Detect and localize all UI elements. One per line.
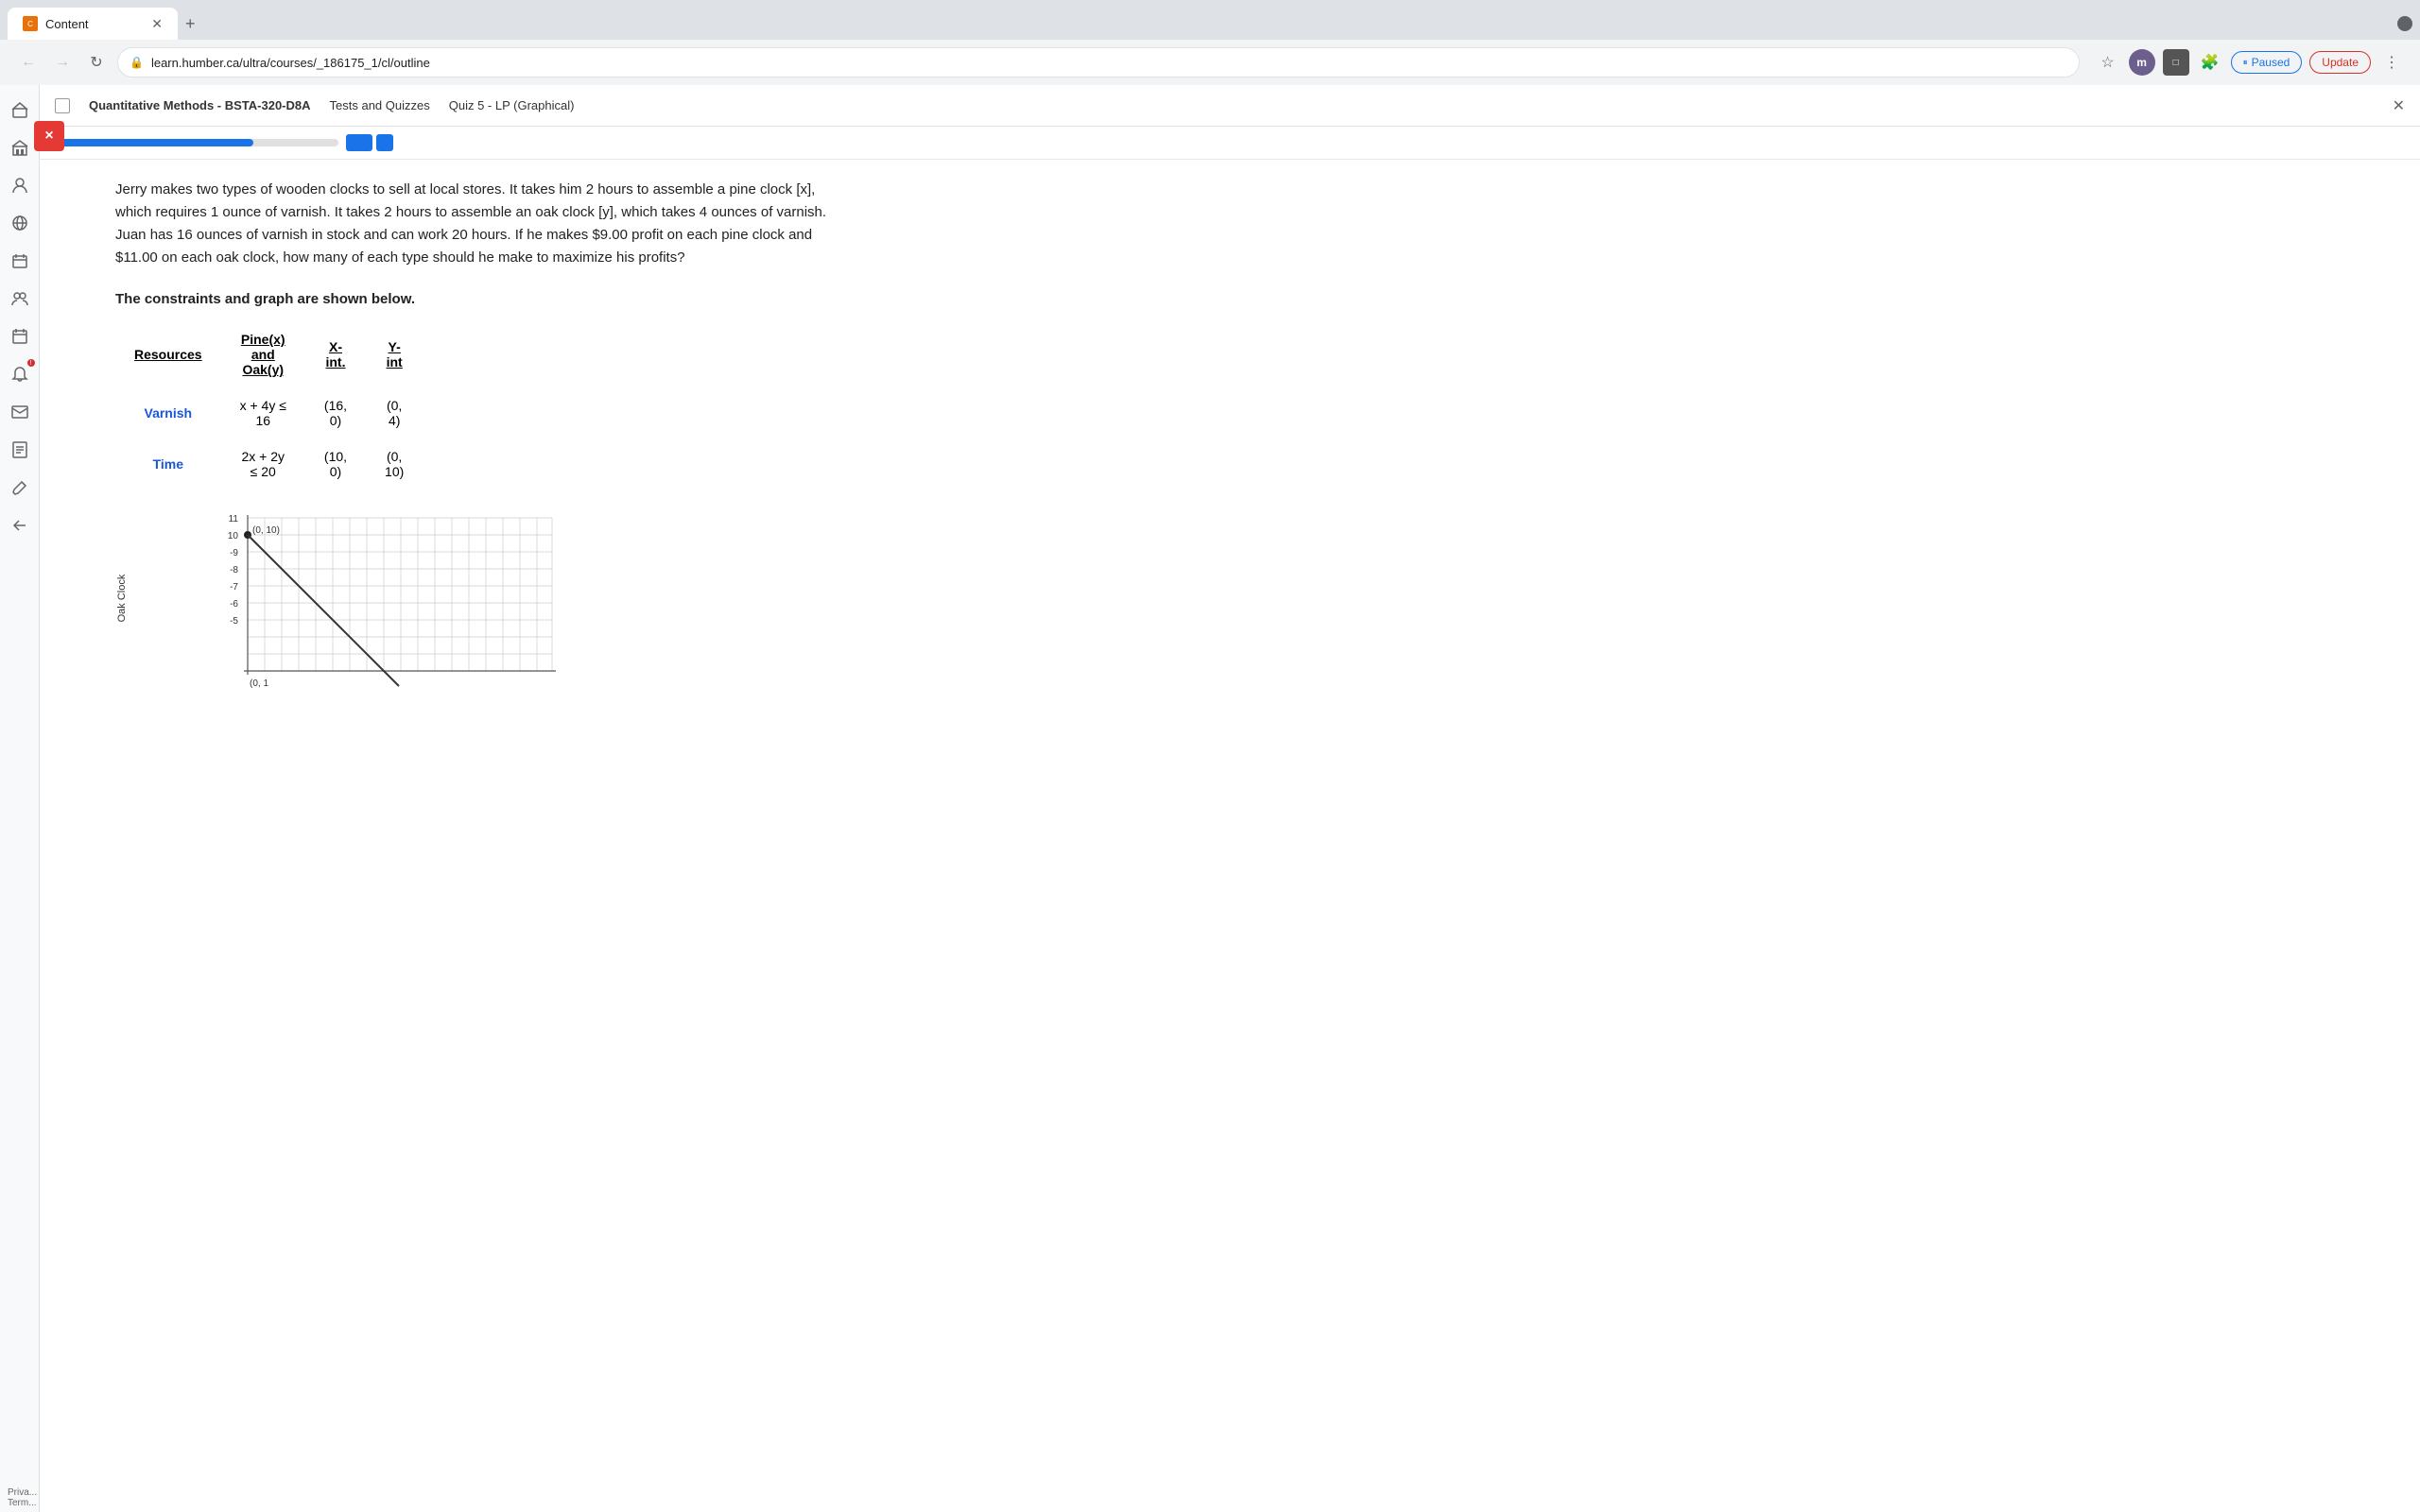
moodle-extension-icon[interactable]: m xyxy=(2129,49,2155,76)
browser-menu-button[interactable]: ⋮ xyxy=(2378,49,2405,76)
tab-favicon: C xyxy=(23,16,38,31)
sidebar-icon-back-arrow[interactable] xyxy=(3,508,37,542)
progress-action-1[interactable] xyxy=(346,134,372,151)
notification-badge: ! xyxy=(27,359,35,367)
paused-label: Paused xyxy=(2252,56,2290,69)
progress-area xyxy=(40,127,2420,160)
svg-text:C: C xyxy=(27,20,33,28)
reload-button[interactable]: ↻ xyxy=(83,49,110,76)
lms-container: ! Quantitative Methods - BSTA-320-D8A Te… xyxy=(0,85,2420,1512)
sidebar-icon-institution[interactable] xyxy=(3,130,37,164)
top-navigation: Quantitative Methods - BSTA-320-D8A Test… xyxy=(40,85,2420,127)
breadcrumb-course[interactable]: Quantitative Methods - BSTA-320-D8A xyxy=(89,94,311,116)
extensions-puzzle-icon[interactable]: 🧩 xyxy=(2197,49,2223,76)
sidebar-icon-grades[interactable] xyxy=(3,433,37,467)
progress-actions xyxy=(346,134,393,151)
forward-button[interactable]: → xyxy=(49,49,76,76)
col-header-formula: Pine(x)andOak(y) xyxy=(221,326,305,383)
paused-button[interactable]: ⏸ Paused xyxy=(2231,51,2303,74)
update-button[interactable]: Update xyxy=(2309,51,2371,74)
breadcrumb-section[interactable]: Tests and Quizzes xyxy=(330,94,430,116)
url-text: learn.humber.ca/ultra/courses/_186175_1/… xyxy=(151,56,2067,70)
breadcrumb-item[interactable]: Quiz 5 - LP (Graphical) xyxy=(449,94,575,116)
y-tick-11: 11 xyxy=(229,514,239,524)
sidebar-icon-messages[interactable] xyxy=(3,395,37,429)
varnish-yint: (0,4) xyxy=(366,383,423,434)
col-header-xint: X-int. xyxy=(305,326,366,383)
privacy-link[interactable]: Priva... xyxy=(8,1487,37,1498)
content-area: Jerry makes two types of wooden clocks t… xyxy=(40,160,2420,1512)
graph-bottom-label: (0, 1 xyxy=(250,679,268,689)
active-tab[interactable]: C Content ✕ xyxy=(8,8,178,40)
extension-icon-2[interactable]: □ xyxy=(2163,49,2189,76)
sidebar-icon-profile[interactable] xyxy=(3,168,37,202)
sidebar-icon-calendar-list[interactable] xyxy=(3,244,37,278)
browser-chrome: C Content ✕ + ← → ↻ 🔒 learn.humber.ca/ul… xyxy=(0,0,2420,85)
sidebar-icon-edit[interactable] xyxy=(3,471,37,505)
time-constraint-line xyxy=(248,535,399,686)
sidebar-icon-calendar[interactable] xyxy=(3,319,37,353)
graph-y-axis-label: Oak Clock xyxy=(116,574,128,622)
y-tick-8: -8 xyxy=(230,565,238,576)
nav-checkbox[interactable] xyxy=(55,98,70,113)
constraints-section: Resources Pine(x)andOak(y) X-int. Y-int xyxy=(115,326,2363,485)
url-bar[interactable]: 🔒 learn.humber.ca/ultra/courses/_186175_… xyxy=(117,47,2080,77)
graph-container: Oak Clock xyxy=(115,504,2363,696)
address-bar: ← → ↻ 🔒 learn.humber.ca/ultra/courses/_1… xyxy=(0,40,2420,85)
col-header-resources: Resources xyxy=(115,326,221,383)
terms-link[interactable]: Term... xyxy=(8,1498,37,1508)
resource-time: Time xyxy=(115,434,221,485)
time-formula: 2x + 2y≤ 20 xyxy=(221,434,305,485)
close-x-button[interactable]: × xyxy=(40,121,64,151)
resource-varnish: Varnish xyxy=(115,383,221,434)
table-row-time: Time 2x + 2y≤ 20 (10,0) (0,10) xyxy=(115,434,423,485)
question-intro-text: Jerry makes two types of wooden clocks t… xyxy=(115,179,834,269)
y-tick-10: 10 xyxy=(228,531,239,541)
sidebar-icon-globe[interactable] xyxy=(3,206,37,240)
top-close-button[interactable]: ✕ xyxy=(2393,96,2405,115)
browser-menu-dot[interactable] xyxy=(2397,16,2412,31)
progress-bar-background xyxy=(55,139,338,146)
y-tick-5: -5 xyxy=(230,616,238,627)
time-yint: (0,10) xyxy=(366,434,423,485)
tab-close-button[interactable]: ✕ xyxy=(151,16,163,32)
graph-point-label-0-10: (0, 10) xyxy=(252,525,280,536)
back-button[interactable]: ← xyxy=(15,49,42,76)
new-tab-button[interactable]: + xyxy=(178,10,203,38)
sidebar: ! xyxy=(0,85,40,1512)
col-header-yint: Y-int xyxy=(366,326,423,383)
time-xint: (10,0) xyxy=(305,434,366,485)
varnish-formula: x + 4y ≤16 xyxy=(221,383,305,434)
sidebar-icon-home[interactable] xyxy=(3,93,37,127)
main-content: Quantitative Methods - BSTA-320-D8A Test… xyxy=(40,85,2420,1512)
table-row-varnish: Varnish x + 4y ≤16 (16,0) (0,4) xyxy=(115,383,423,434)
security-lock-icon: 🔒 xyxy=(130,56,144,69)
footer: Priva... Term... xyxy=(0,1484,44,1512)
question-subtitle: The constraints and graph are shown belo… xyxy=(115,288,834,311)
toolbar-icons: ☆ m □ 🧩 ⏸ Paused Update ⋮ xyxy=(2095,49,2405,76)
progress-bar xyxy=(55,139,253,146)
constraints-table: Resources Pine(x)andOak(y) X-int. Y-int xyxy=(115,326,423,485)
paused-circle-icon: ⏸ xyxy=(2243,58,2248,68)
tab-bar: C Content ✕ + xyxy=(0,0,2420,40)
y-tick-6: -6 xyxy=(230,599,238,610)
tab-title: Content xyxy=(45,17,89,31)
bookmark-icon[interactable]: ☆ xyxy=(2095,49,2121,76)
graph-svg: Oak Clock xyxy=(115,504,569,693)
y-tick-9: -9 xyxy=(230,548,238,558)
sidebar-icon-groups[interactable] xyxy=(3,282,37,316)
progress-action-2[interactable] xyxy=(376,134,393,151)
sidebar-icon-notifications[interactable]: ! xyxy=(3,357,37,391)
varnish-xint: (16,0) xyxy=(305,383,366,434)
y-tick-7: -7 xyxy=(230,582,238,593)
